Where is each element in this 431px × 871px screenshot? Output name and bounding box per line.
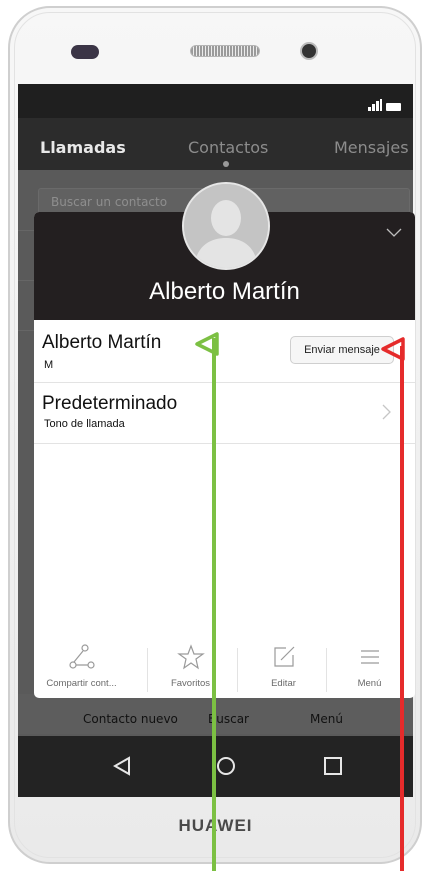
send-message-button[interactable]: Enviar mensaje	[290, 336, 394, 364]
signal-icon	[368, 99, 382, 111]
menu-button[interactable]: Menú	[310, 712, 343, 726]
star-icon	[176, 644, 205, 670]
green-arrow-icon	[195, 332, 219, 356]
battery-icon	[386, 103, 401, 111]
earpiece-speaker	[190, 45, 260, 57]
red-arrow-icon	[381, 337, 405, 361]
front-camera	[300, 42, 318, 60]
status-bar	[18, 84, 413, 118]
home-icon[interactable]	[216, 756, 236, 776]
edit-label: Editar	[271, 678, 296, 689]
phone-type-label: M	[44, 359, 54, 371]
ringtone-value: Predeterminado	[42, 393, 178, 414]
favorites-label: Favoritos	[170, 678, 211, 689]
contact-name: Alberto Martín	[42, 332, 162, 353]
tab-llamadas[interactable]: Llamadas	[40, 138, 126, 157]
active-tab-indicator	[223, 161, 229, 167]
favorites-button[interactable]: Favoritos	[143, 644, 238, 689]
red-annotation-line	[400, 346, 404, 871]
tab-contactos[interactable]: Contactos	[188, 138, 268, 157]
person-icon	[184, 184, 268, 268]
share-contact-label: Compartir cont...	[46, 678, 117, 689]
new-contact-button[interactable]: Contacto nuevo	[83, 712, 178, 726]
edit-button[interactable]: Editar	[236, 644, 331, 689]
proximity-sensor	[71, 45, 99, 59]
tab-bar: Llamadas Contactos Mensajes	[18, 118, 413, 170]
contact-detail-card: Alberto Martín Alberto Martín M Enviar m…	[34, 212, 415, 698]
green-annotation-line	[212, 338, 216, 871]
search-placeholder: Buscar un contacto	[51, 195, 168, 209]
share-contact-button[interactable]: Compartir cont...	[34, 644, 129, 689]
edit-icon	[273, 646, 294, 667]
contact-avatar	[182, 182, 270, 270]
ringtone-row[interactable]: Predeterminado Tono de llamada	[34, 383, 415, 444]
contact-header-name: Alberto Martín	[149, 278, 300, 305]
menu-icon	[360, 650, 379, 664]
recents-icon[interactable]	[323, 756, 343, 776]
tab-mensajes[interactable]: Mensajes	[334, 138, 409, 157]
chevron-right-icon	[382, 404, 391, 420]
chevron-down-icon[interactable]	[386, 228, 402, 238]
back-icon[interactable]	[112, 756, 132, 776]
share-icon	[68, 644, 95, 669]
ringtone-label: Tono de llamada	[44, 418, 125, 430]
